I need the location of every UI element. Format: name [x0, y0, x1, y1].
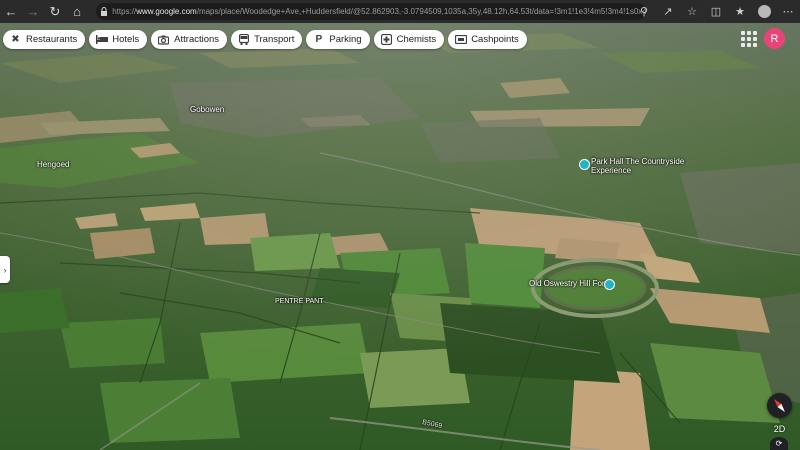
home-icon[interactable]: ⌂ — [66, 0, 88, 23]
chip-hotels[interactable]: Hotels — [89, 30, 148, 49]
park-hall-pin-icon[interactable] — [579, 159, 590, 170]
address-bar[interactable]: https://www.google.com/maps/place/Wooded… — [96, 3, 646, 20]
chip-label: Restaurants — [26, 34, 78, 45]
profile-avatar[interactable] — [752, 0, 776, 23]
satellite-imagery — [0, 23, 800, 450]
browser-toolbar: ← → ↻ ⌂ https://www.google.com/maps/plac… — [0, 0, 800, 23]
chip-chemists[interactable]: Chemists — [373, 30, 445, 49]
compass-button[interactable] — [767, 393, 792, 418]
lock-icon[interactable] — [96, 7, 112, 16]
cash-icon — [454, 33, 467, 46]
bed-icon — [95, 33, 108, 46]
chevron-right-icon: › — [3, 264, 7, 275]
hill-fort-pin-icon[interactable] — [604, 279, 615, 290]
label-park-hall[interactable]: Park Hall The Countryside Experience — [591, 157, 701, 175]
fork-knife-icon: ✖ — [11, 34, 20, 45]
zoom-icon[interactable]: ⚲ — [632, 0, 656, 23]
chip-label: Attractions — [174, 34, 220, 45]
reload-icon[interactable]: ↻ — [44, 0, 66, 23]
chip-restaurants[interactable]: ✖ Restaurants — [3, 30, 86, 49]
chip-attractions[interactable]: Attractions — [151, 30, 228, 49]
rotate-icon: ⟳ — [775, 439, 783, 448]
pill-icon — [380, 33, 393, 46]
camera-icon — [157, 33, 170, 46]
url-text[interactable]: https://www.google.com/maps/place/Wooded… — [112, 7, 646, 16]
toggle-2d-button[interactable]: 2D — [767, 421, 792, 436]
chip-transport[interactable]: Transport — [231, 30, 303, 49]
chip-label: Hotels — [112, 34, 140, 45]
forward-icon[interactable]: → — [22, 0, 44, 23]
parking-icon: P — [315, 34, 323, 45]
satellite-map[interactable]: Gobowen Hengoed Park Hall The Countrysid… — [0, 23, 800, 450]
chip-parking[interactable]: P Parking — [306, 30, 370, 49]
label-old-oswestry-hill-fort[interactable]: Old Oswestry Hill Fort — [529, 279, 607, 288]
chip-label: Cashpoints — [471, 34, 519, 45]
label-hengoed[interactable]: Hengoed — [37, 160, 69, 169]
share-icon[interactable]: ↗ — [656, 0, 680, 23]
google-apps-icon[interactable] — [741, 31, 757, 47]
account-avatar[interactable]: R — [764, 28, 785, 49]
expand-side-panel-button[interactable]: › — [0, 256, 10, 283]
bookmark-star-icon[interactable]: ☆ — [680, 0, 704, 23]
rotate-view-button[interactable]: ⟳ — [770, 437, 788, 450]
compass-icon — [774, 398, 785, 413]
chip-label: Transport — [254, 34, 295, 45]
chip-label: Parking — [329, 34, 362, 45]
chip-label: Chemists — [396, 34, 437, 45]
label-pentre-pant[interactable]: PENTRE PANT — [275, 298, 324, 305]
chip-cashpoints[interactable]: Cashpoints — [448, 30, 527, 49]
category-chips: ✖ Restaurants Hotels Attractions Transpo… — [3, 30, 527, 49]
extensions-icon[interactable]: ◫ — [704, 0, 728, 23]
back-icon[interactable]: ← — [0, 0, 22, 23]
menu-icon[interactable]: ⋯ — [776, 0, 800, 23]
favorites-icon[interactable]: ★ — [728, 0, 752, 23]
label-gobowen[interactable]: Gobowen — [190, 105, 224, 114]
bus-icon — [237, 33, 250, 46]
